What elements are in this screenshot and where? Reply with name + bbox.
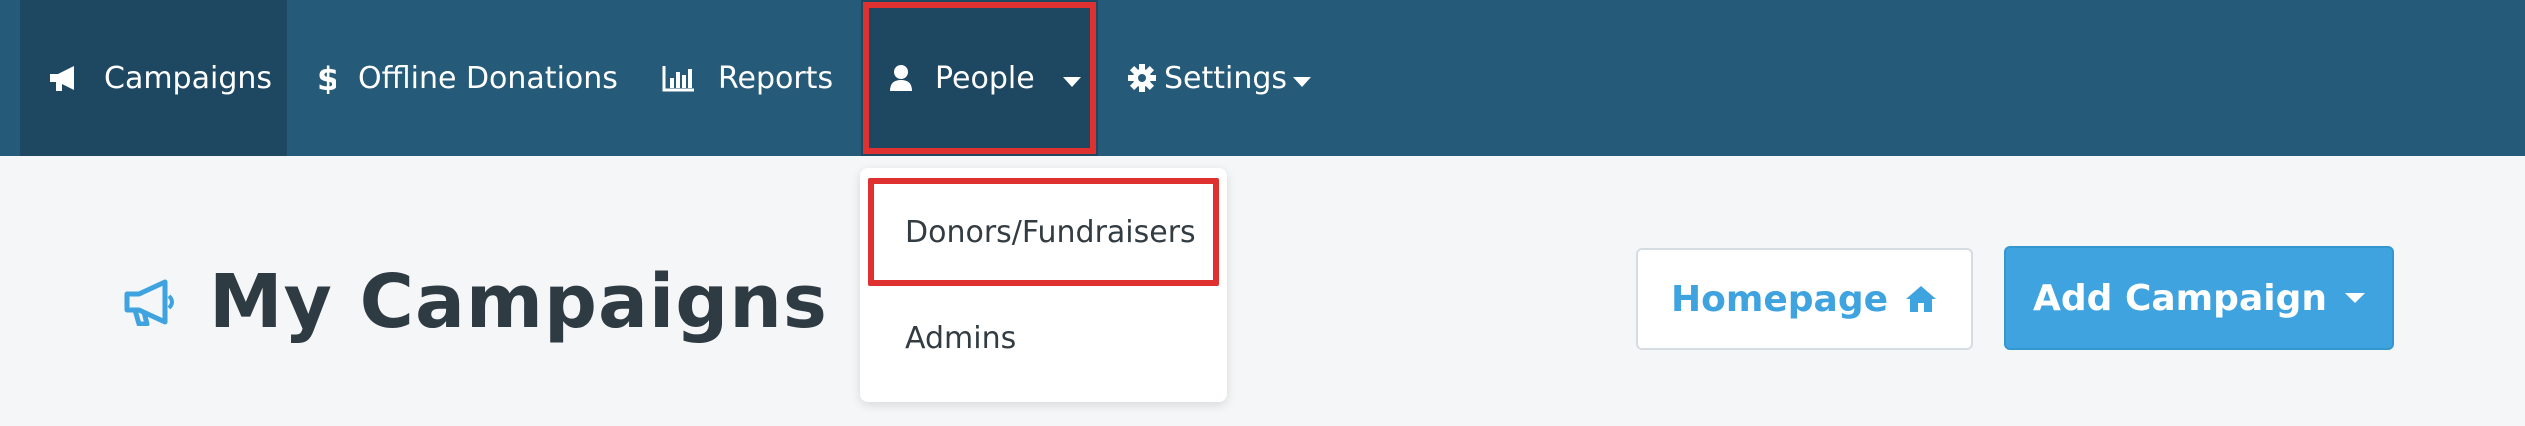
nav-offline-donations[interactable]: $ Offline Donations — [316, 0, 618, 156]
top-navbar: Campaigns $ Offline Donations Reports Pe… — [0, 0, 2525, 156]
page-header: My Campaigns — [123, 252, 828, 352]
gear-icon — [1128, 64, 1156, 92]
homepage-button[interactable]: Homepage — [1636, 248, 1973, 350]
nav-offline-donations-label: Offline Donations — [358, 60, 618, 96]
nav-people[interactable]: People — [861, 0, 1098, 156]
chevron-down-icon — [2344, 292, 2365, 304]
nav-reports[interactable]: Reports — [662, 0, 833, 156]
menu-item-admins-label: Admins — [905, 320, 1017, 356]
nav-settings[interactable]: Settings — [1128, 0, 1312, 156]
home-icon — [1904, 284, 1938, 314]
megaphone-icon — [123, 278, 179, 326]
menu-item-admins[interactable]: Admins — [860, 302, 1227, 374]
menu-item-donors-fundraisers-label: Donors/Fundraisers — [905, 214, 1196, 250]
add-campaign-button[interactable]: Add Campaign — [2004, 246, 2394, 350]
bar-chart-icon — [662, 64, 696, 92]
nav-campaigns-label: Campaigns — [104, 60, 273, 96]
user-icon — [889, 64, 913, 92]
page-title: My Campaigns — [209, 259, 828, 345]
nav-people-label: People — [935, 60, 1035, 96]
dollar-icon: $ — [316, 62, 336, 94]
nav-campaigns[interactable]: Campaigns — [20, 0, 287, 156]
nav-settings-label: Settings — [1164, 60, 1288, 96]
chevron-down-icon — [1293, 61, 1312, 96]
people-dropdown-menu: Donors/Fundraisers Admins — [860, 168, 1227, 402]
homepage-button-label: Homepage — [1670, 278, 1889, 320]
add-campaign-button-label: Add Campaign — [2033, 277, 2327, 319]
megaphone-icon — [48, 64, 82, 92]
menu-item-donors-fundraisers[interactable]: Donors/Fundraisers — [868, 178, 1219, 286]
chevron-down-icon — [1062, 61, 1081, 96]
nav-reports-label: Reports — [718, 60, 834, 96]
svg-text:$: $ — [317, 62, 336, 94]
